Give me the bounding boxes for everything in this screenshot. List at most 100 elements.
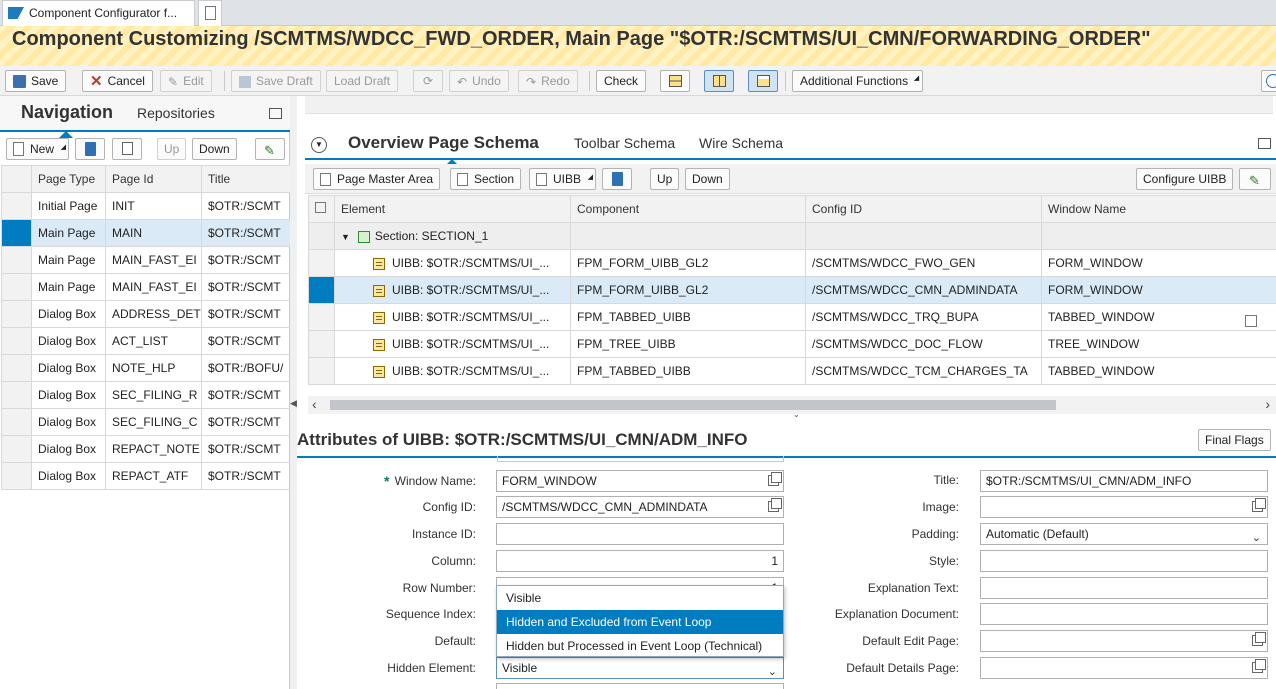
table-row[interactable]: UIBB: $OTR:/SCMTMS/UI_... FPM_FORM_UIBB_G… [308,249,1276,277]
table-row[interactable]: Dialog Box REPACT_NOTE $OTR:/SCMT [1,435,291,463]
default-edit-page-field[interactable] [980,630,1268,652]
tab-navigation[interactable]: Navigation [21,102,113,123]
table-row[interactable]: Dialog Box SEC_FILING_C $OTR:/SCMT [1,408,291,436]
save-button[interactable]: Save [5,70,67,92]
column-header[interactable]: Window Name [1041,195,1276,223]
column-header[interactable]: Component [570,195,806,223]
table-row[interactable]: UIBB: $OTR:/SCMTMS/UI_... FPM_TABBED_UIBB… [308,357,1276,385]
page-master-area-button[interactable]: Page Master Area [313,168,441,190]
scrollbar-thumb[interactable] [330,400,1056,410]
maximize-icon[interactable] [1258,138,1271,149]
row-selector[interactable] [308,357,335,385]
configure-uibb-button[interactable]: Configure UIBB [1136,168,1234,190]
value-help-icon[interactable] [768,472,782,486]
column-header[interactable]: Title [201,165,291,193]
new-page-button[interactable]: New ◢ [6,138,70,160]
row-selector[interactable] [308,303,335,331]
table-row[interactable]: Dialog Box ACT_LIST $OTR:/SCMT [1,327,291,355]
schema-down-button[interactable]: Down [685,168,730,190]
nav-down-button[interactable]: Down [192,138,237,160]
schema-up-button[interactable]: Up [650,168,680,190]
instance-id-field[interactable] [496,523,784,545]
scroll-right-icon[interactable]: › [1265,396,1270,412]
table-row[interactable]: UIBB: $OTR:/SCMTMS/UI_... FPM_TABBED_UIBB… [308,303,1276,331]
help-button[interactable] [1261,70,1276,92]
value-help-icon[interactable] [1252,498,1266,512]
horizontal-scrollbar[interactable]: ‹ › [308,396,1276,414]
tab-toolbar-schema[interactable]: Toolbar Schema [574,135,675,151]
redo-button[interactable]: ↷ Redo [518,70,578,92]
tab-repositories[interactable]: Repositories [137,105,215,121]
row-selector[interactable] [1,327,32,355]
row-selector[interactable] [1,381,32,409]
personalize-button[interactable]: ✎ [1239,168,1271,190]
additional-functions-button[interactable]: Additional Functions ◢ [792,70,924,92]
table-row[interactable]: Initial Page INIT $OTR:/SCMT [1,192,291,220]
copy-page-button[interactable] [112,138,142,160]
delete-element-button[interactable] [602,168,632,190]
maximize-icon[interactable] [269,108,282,119]
row-selector[interactable] [1,192,32,220]
column-field[interactable]: 1 [496,550,784,572]
explanation-text-field[interactable] [980,577,1268,599]
column-header[interactable]: Element [334,195,571,223]
padding-select[interactable]: Automatic (Default) ⌄ [980,523,1268,545]
table-row[interactable]: UIBB: $OTR:/SCMTMS/UI_... FPM_TREE_UIBB/S… [308,330,1276,358]
pane-splitter[interactable]: ◀ [290,96,297,689]
edit-button[interactable]: ✎ Edit [160,70,212,92]
row-selector[interactable] [1,354,32,382]
row-selector[interactable] [308,276,335,304]
expand-triangle-icon[interactable]: ▼ [341,232,350,242]
config-id-field[interactable]: /SCMTMS/WDCC_CMN_ADMINDATA [496,496,784,518]
section-row[interactable]: ▼ Section: SECTION_1 [308,222,1276,250]
window-name-field[interactable]: FORM_WINDOW [496,470,784,492]
add-section-button[interactable]: Section [450,168,522,190]
row-selector[interactable] [1,462,32,490]
load-draft-button[interactable]: Load Draft [326,70,399,92]
table-row[interactable]: Dialog Box NOTE_HLP $OTR:/BOFU/ [1,354,291,382]
browser-tab[interactable]: Component Configurator f... [2,0,195,26]
delete-page-button[interactable] [75,138,105,160]
row-selector[interactable] [1,408,32,436]
table-row[interactable]: Dialog Box ADDRESS_DET $OTR:/SCMT [1,300,291,328]
dropdown-option[interactable]: Hidden but Processed in Event Loop (Tech… [497,634,783,658]
add-uibb-button[interactable]: UIBB ◢ [529,168,597,190]
table-row[interactable]: Main Page MAIN_FAST_EI $OTR:/SCMT [1,246,291,274]
nav-up-button[interactable]: Up [157,138,187,160]
hidden-element-select[interactable]: Visible ⌄ [496,657,784,679]
personalize-button[interactable]: ✎ [255,138,285,160]
splitter-grip-icon[interactable]: ⌄ [793,410,800,419]
tab-overview-page-schema[interactable]: Overview Page Schema [348,133,539,153]
row-selector[interactable] [308,330,335,358]
scroll-left-icon[interactable]: ‹ [312,396,317,412]
undo-button[interactable]: ↶ Undo [449,70,509,92]
table-row[interactable]: Dialog Box REPACT_ATF $OTR:/SCMT [1,462,291,490]
value-help-icon[interactable] [768,498,782,512]
dropdown-option[interactable]: Hidden and Excluded from Event Loop [497,610,783,634]
explanation-document-field[interactable] [980,603,1268,625]
save-draft-button[interactable]: Save Draft [231,70,321,92]
row-selector[interactable] [1,219,32,247]
column-header[interactable]: Config ID [805,195,1042,223]
dropdown-option[interactable]: Visible [497,586,783,610]
select-all-cell[interactable] [308,195,335,223]
tab-wire-schema[interactable]: Wire Schema [699,135,783,151]
new-tab-button[interactable] [198,0,222,26]
refresh-button[interactable]: ⟳ [413,70,443,92]
row-selector[interactable] [1,300,32,328]
row-selector[interactable] [308,222,335,250]
style-field[interactable] [980,550,1268,572]
row-selector[interactable] [1,273,32,301]
image-field[interactable] [980,496,1268,518]
row-selector[interactable] [1,246,32,274]
table-row[interactable]: Main Page MAIN $OTR:/SCMT [1,219,291,247]
value-help-icon[interactable] [1252,632,1266,646]
row-selector[interactable] [308,249,335,277]
check-button[interactable]: Check [596,70,647,92]
column-header[interactable]: Page Id [105,165,202,193]
layout-split-button[interactable] [748,70,778,92]
final-flags-button[interactable]: Final Flags [1198,429,1271,451]
personalize-columns-icon[interactable] [1245,315,1257,327]
row-selector[interactable] [1,435,32,463]
column-header[interactable]: Page Type [31,165,106,193]
